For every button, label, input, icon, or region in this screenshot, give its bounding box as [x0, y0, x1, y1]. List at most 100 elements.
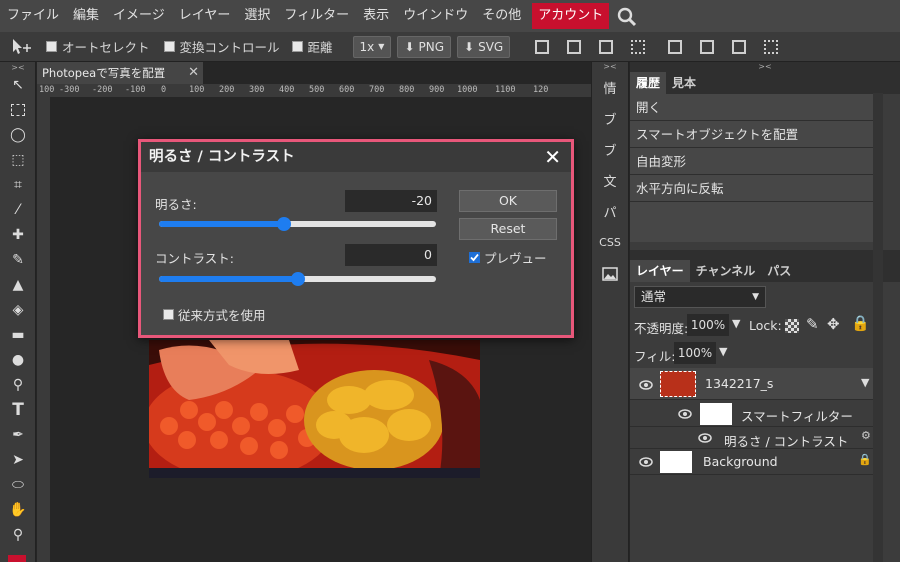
lock-brush-icon[interactable]: ✎	[806, 315, 819, 333]
history-item[interactable]: 開く	[630, 94, 873, 121]
brush-panel-button[interactable]: ブ	[592, 134, 628, 165]
tab-paths[interactable]: パス	[761, 260, 797, 282]
eye-icon[interactable]	[639, 455, 653, 469]
distribute-spacing-icon[interactable]	[764, 39, 779, 54]
crop-tool-icon[interactable]: ⌗	[2, 172, 34, 197]
collapse-icon[interactable]: ><	[630, 62, 900, 72]
menu-layer[interactable]: レイヤー	[172, 0, 238, 32]
chevron-down-icon[interactable]: ▼	[719, 345, 727, 358]
document-tab[interactable]: Photopeaで写真を配置 ✕	[37, 62, 203, 84]
tab-channels[interactable]: チャンネル	[690, 260, 762, 282]
collapse-icon[interactable]: ><	[2, 62, 34, 72]
pen-tool-icon[interactable]: ✒	[2, 422, 34, 447]
menu-window[interactable]: ウインドウ	[396, 0, 475, 32]
path-select-tool-icon[interactable]: ➤	[2, 447, 34, 472]
lock-transparency-icon[interactable]	[785, 319, 799, 333]
brightness-input[interactable]: -20	[345, 190, 437, 212]
foreground-color-swatch[interactable]	[8, 555, 26, 562]
fill-input[interactable]: 100%	[674, 342, 716, 364]
scale-dropdown[interactable]: 1x ▼	[352, 35, 392, 58]
tab-swatches[interactable]: 見本	[666, 72, 702, 94]
collapse-icon[interactable]: ><	[592, 62, 628, 72]
ok-button[interactable]: OK	[459, 190, 557, 212]
menu-edit[interactable]: 編集	[66, 0, 106, 32]
export-png-button[interactable]: ⬇ PNG	[397, 35, 452, 58]
blend-mode-select[interactable]: 通常 ▼	[634, 286, 766, 308]
history-item[interactable]: 自由変形	[630, 148, 873, 175]
menu-image[interactable]: イメージ	[106, 0, 172, 32]
zoom-tool-icon[interactable]: ⚲	[2, 522, 34, 547]
image-panel-icon[interactable]	[592, 258, 628, 289]
smart-filter-row[interactable]: スマートフィルター	[630, 400, 880, 427]
chevron-down-icon[interactable]: ▼	[861, 376, 869, 389]
eye-icon[interactable]	[678, 407, 692, 421]
marquee-tool-icon[interactable]	[2, 97, 34, 122]
contrast-input[interactable]: 0	[345, 244, 437, 266]
menu-select[interactable]: 選択	[237, 0, 277, 32]
shape-tool-icon[interactable]: ⬭	[2, 472, 34, 497]
close-icon[interactable]: ✕	[544, 142, 561, 172]
legacy-checkbox[interactable]: 従来方式を使用	[163, 305, 266, 324]
tab-history[interactable]: 履歴	[630, 72, 667, 94]
blur-tool-icon[interactable]: ●	[2, 347, 34, 372]
history-item[interactable]: 水平方向に反転	[630, 175, 873, 202]
distribute-right-icon[interactable]	[732, 39, 747, 54]
distribute-icon[interactable]	[668, 39, 683, 54]
preview-checkbox[interactable]: プレヴュー	[469, 248, 547, 267]
css-panel-button[interactable]: CSS	[592, 227, 628, 258]
brightness-slider[interactable]	[159, 217, 436, 231]
ruler-tick: 120	[533, 85, 549, 95]
properties-panel-button[interactable]: ブ	[592, 103, 628, 134]
chevron-down-icon[interactable]: ▼	[732, 317, 740, 330]
layer-row[interactable]: Background 🔒	[630, 449, 880, 475]
brightness-slider-knob[interactable]	[277, 217, 291, 231]
eye-icon[interactable]	[698, 431, 712, 445]
align-left-icon[interactable]	[535, 39, 550, 54]
align-right-icon[interactable]	[599, 39, 614, 54]
contrast-slider-knob[interactable]	[291, 272, 305, 286]
healing-tool-icon[interactable]: ✚	[2, 222, 34, 247]
eyedropper-tool-icon[interactable]: ⁄	[2, 197, 34, 222]
stamp-tool-icon[interactable]: ▲	[2, 272, 34, 297]
type-tool-icon[interactable]: T	[2, 397, 34, 422]
opacity-input[interactable]: 100%	[687, 314, 729, 336]
contrast-slider[interactable]	[159, 272, 436, 286]
tab-layers[interactable]: レイヤー	[630, 260, 690, 282]
lock-move-icon[interactable]: ✥	[827, 315, 840, 333]
eraser-tool-icon[interactable]: ◈	[2, 297, 34, 322]
menu-filter[interactable]: フィルター	[277, 0, 356, 32]
gradient-tool-icon[interactable]: ▬	[2, 322, 34, 347]
menu-more[interactable]: その他	[475, 0, 528, 32]
align-center-h-icon[interactable]	[567, 39, 582, 54]
eye-icon[interactable]	[639, 378, 653, 392]
search-icon[interactable]	[613, 0, 641, 32]
history-item[interactable]: スマートオブジェクトを配置	[630, 121, 873, 148]
distribute-h-icon[interactable]	[700, 39, 715, 54]
menu-view[interactable]: 表示	[356, 0, 396, 32]
transform-controls-checkbox[interactable]: 変換コントロール	[163, 37, 280, 56]
lasso-tool-icon[interactable]: ◯	[2, 122, 34, 147]
filter-row[interactable]: 明るさ / コントラスト ⚙	[630, 427, 880, 449]
lock-icon[interactable]: 🔒	[851, 314, 870, 332]
character-panel-button[interactable]: 文	[592, 165, 628, 196]
distance-checkbox[interactable]: 距離	[291, 37, 333, 56]
menu-file[interactable]: ファイル	[0, 0, 66, 32]
gear-icon[interactable]: ⚙	[861, 429, 871, 442]
dodge-tool-icon[interactable]: ⚲	[2, 372, 34, 397]
info-panel-button[interactable]: 情	[592, 72, 628, 103]
export-svg-button[interactable]: ⬇ SVG	[457, 35, 511, 58]
panel-scrollbar[interactable]	[873, 93, 883, 562]
move-tool-icon[interactable]: ↖	[2, 72, 34, 97]
layer-row[interactable]: 1342217_s ▼	[630, 368, 880, 400]
opacity-label: 不透明度:	[634, 321, 689, 336]
close-icon[interactable]: ✕	[188, 62, 199, 84]
auto-select-checkbox[interactable]: オートセレクト	[46, 37, 150, 56]
brush-tool-icon[interactable]: ✎	[2, 247, 34, 272]
reset-button[interactable]: Reset	[459, 218, 557, 240]
align-top-icon[interactable]	[631, 39, 646, 54]
menu-account[interactable]: アカウント	[532, 3, 610, 29]
dialog-titlebar[interactable]: 明るさ / コントラスト ✕	[141, 142, 571, 172]
hand-tool-icon[interactable]: ✋	[2, 497, 34, 522]
quick-select-tool-icon[interactable]: ⬚	[2, 147, 34, 172]
paragraph-panel-button[interactable]: パ	[592, 196, 628, 227]
